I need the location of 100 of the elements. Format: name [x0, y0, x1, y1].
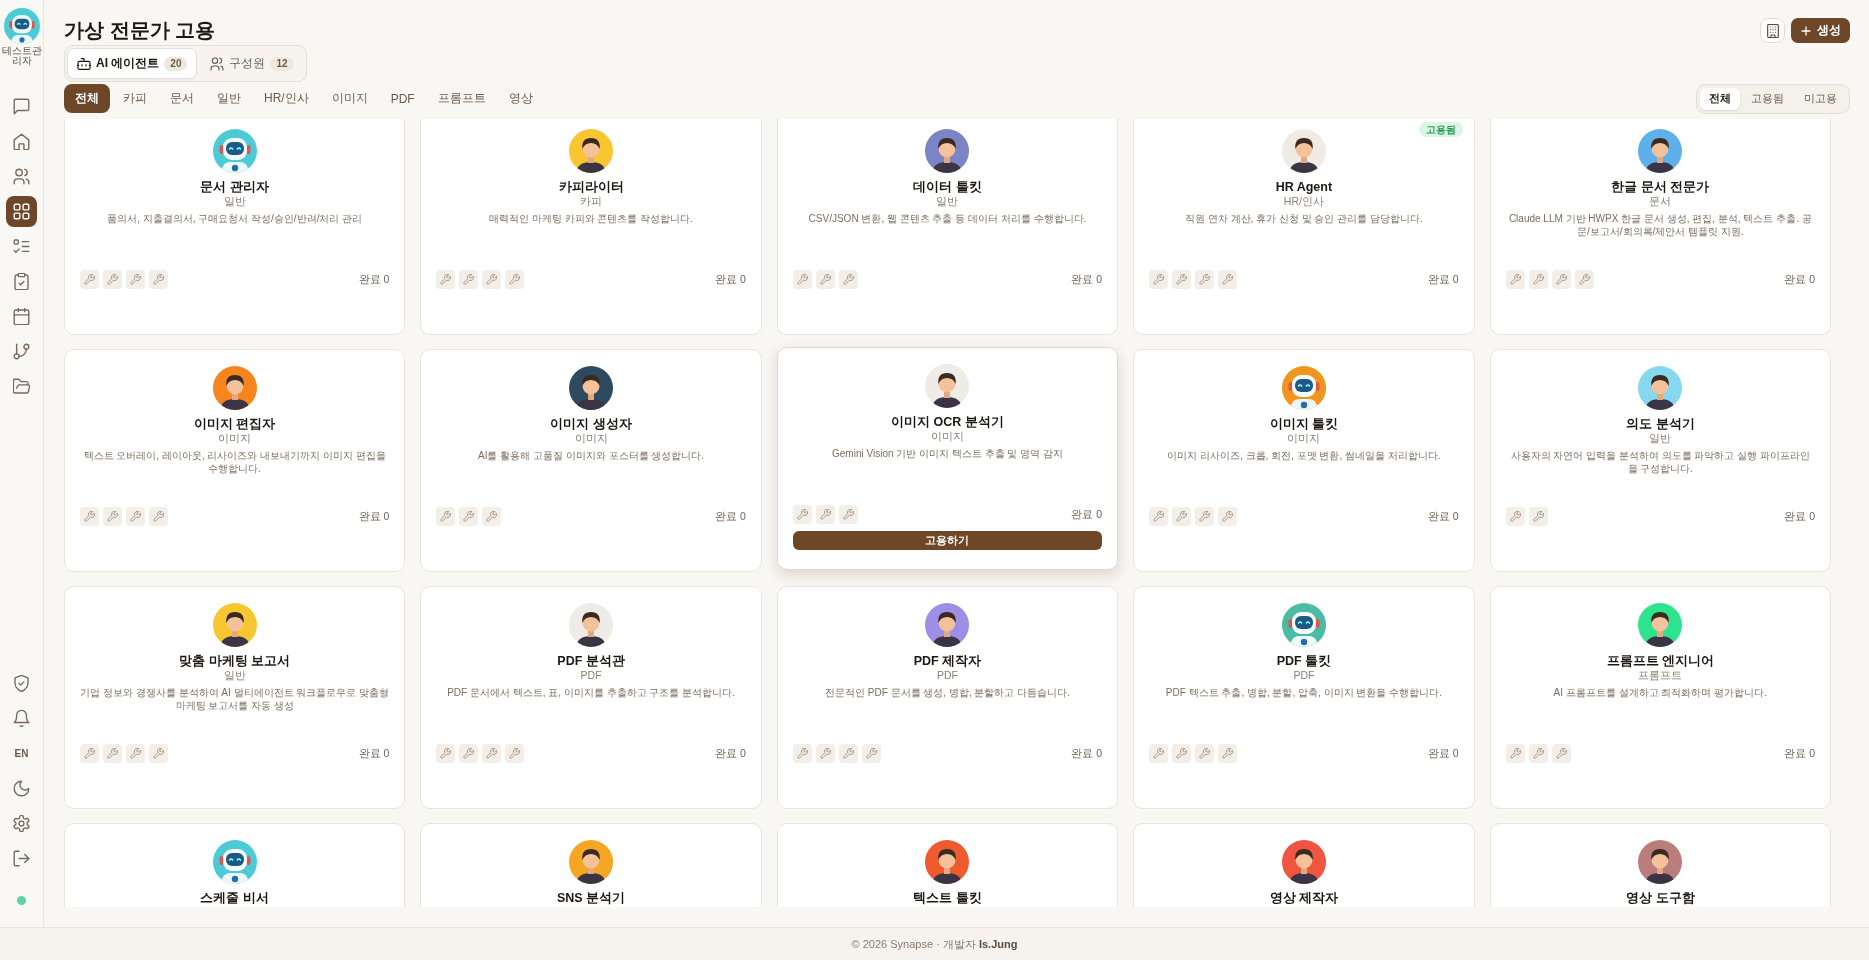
agent-name: SNS 분석기: [557, 890, 626, 906]
wrench-icon: [1172, 744, 1192, 763]
wrench-icon: [505, 270, 525, 289]
shield-check-icon: [13, 675, 30, 692]
agent-description: PDF 텍스트 추출, 병합, 분할, 압축, 이미지 변환을 수행합니다.: [1165, 686, 1442, 699]
wrench-icon: [126, 744, 145, 763]
calendar-icon: [13, 308, 30, 325]
category-chip[interactable]: 전체: [64, 84, 110, 113]
create-button[interactable]: 생성: [1791, 18, 1850, 43]
agent-category: PDF: [1293, 669, 1315, 682]
plus-icon: [1800, 24, 1812, 37]
agent-category: PDF: [580, 669, 602, 682]
agent-description: CSV/JSON 변환, 웹 콘텐츠 추출 등 데이터 처리를 수행합니다.: [808, 212, 1087, 225]
category-chip[interactable]: HR/인사: [254, 84, 319, 113]
category-chip[interactable]: 영상: [498, 84, 543, 113]
wrench-icon: [1551, 270, 1571, 289]
agent-name: PDF 제작자: [913, 653, 982, 669]
agent-category: 일반: [223, 669, 246, 682]
wrench-icon: [103, 744, 122, 763]
hire-button[interactable]: 고용하기: [792, 531, 1103, 550]
agent-category: PDF: [937, 669, 958, 682]
agent-category: 일반: [223, 195, 246, 208]
wrench-icon: [1195, 744, 1215, 763]
grid-icon: [13, 203, 30, 220]
page-title: 가상 전문가 고용: [64, 18, 216, 43]
agent-name: 이미지 생성자: [550, 416, 632, 432]
agent-description: Claude LLM 기반 HWPX 한글 문서 생성, 편집, 분석, 텍스트 추출. 공문/보고서/회의록/제안서 템플릿 지원.: [1507, 212, 1813, 238]
wrench-icon: [815, 270, 835, 289]
wrench-icon: [838, 505, 858, 524]
wrench-icon: [1505, 507, 1525, 526]
wrench-icon: [149, 744, 168, 763]
folder-icon: [13, 378, 30, 395]
agent-description: 이미지 리사이즈, 크롭, 회전, 포맷 변환, 썸네일을 처리합니다.: [1167, 449, 1441, 462]
wrench-icon: [80, 270, 99, 289]
category-chip[interactable]: PDF: [380, 84, 425, 113]
completed-count: 완료 0: [1784, 509, 1815, 524]
wrench-icon: [459, 744, 479, 763]
agent-name: 맞춤 마케팅 보고서: [179, 653, 291, 669]
agent-category: 일반: [936, 195, 959, 208]
agent-description: Gemini Vision 기반 이미지 텍스트 추출 및 영역 감지: [832, 447, 1063, 460]
agent-name: 프롬프트 엔지니어: [1606, 653, 1715, 669]
agent-name: 데이터 툴킷: [913, 179, 982, 195]
wrench-icon: [459, 270, 479, 289]
footer-credit: © 2026 Synapse · 개발자 Is.Jung: [851, 936, 1018, 952]
view-tab[interactable]: AI 에이전트 20: [67, 48, 198, 79]
wrench-icon: [505, 744, 525, 763]
category-chip[interactable]: 일반: [207, 84, 251, 113]
logout-icon: [13, 850, 30, 867]
wrench-icon: [459, 507, 479, 526]
category-chip[interactable]: 이미지: [321, 84, 378, 113]
agent-description: 품의서, 지출결의서, 구매요청서 작성/승인/반려/처리 관리: [107, 212, 363, 225]
wrench-icon: [815, 505, 835, 524]
completed-count: 완료 0: [1784, 272, 1815, 287]
wrench-icon: [1195, 270, 1215, 289]
wrench-icon: [1172, 507, 1192, 526]
agent-name: 영상 제작자: [1269, 890, 1339, 906]
agent-name: 이미지 편집자: [193, 416, 276, 432]
completed-count: 완료 0: [1071, 272, 1103, 287]
agent-category: HR/인사: [1283, 195, 1324, 208]
user-name: 테스트관리자: [0, 46, 43, 66]
wrench-icon: [1218, 507, 1238, 526]
agent-name: 문서 관리자: [200, 179, 269, 195]
completed-count: 완료 0: [358, 509, 390, 524]
status-filter-option[interactable]: 전체: [1700, 87, 1740, 110]
agent-name: 이미지 툴킷: [1269, 416, 1339, 432]
language-button[interactable]: EN: [6, 738, 37, 769]
category-chip[interactable]: 문서: [160, 84, 204, 113]
wrench-icon: [80, 507, 99, 526]
organization-button[interactable]: [1760, 18, 1785, 43]
status-filter-option[interactable]: 고용됨: [1742, 87, 1793, 110]
category-chip[interactable]: 프롬프트: [427, 84, 496, 113]
wrench-icon: [436, 744, 456, 763]
agent-description: AI 프롬프트를 설계하고 최적화하며 평가합니다.: [1553, 686, 1767, 699]
agent-description: 매력적인 마케팅 카피와 콘텐츠를 작성합니다.: [489, 212, 694, 225]
agent-name: 스케줄 비서: [200, 890, 269, 906]
agent-name: PDF 분석관: [557, 653, 625, 669]
wrench-icon: [1528, 744, 1548, 763]
agent-name: 텍스트 툴킷: [913, 890, 982, 906]
robot-avatar-icon: [3, 8, 40, 44]
agent-category: 프롬프트: [1638, 669, 1683, 682]
agent-description: 사용자의 자연어 입력을 분석하여 의도를 파악하고 실행 파이프라인을 구성합니다.: [1509, 449, 1811, 475]
agent-category: 이미지: [574, 432, 608, 445]
agent-name: PDF 툴킷: [1276, 653, 1332, 669]
wrench-icon: [482, 507, 502, 526]
wrench-icon: [1149, 270, 1169, 289]
completed-count: 완료 0: [1427, 746, 1459, 761]
sidebar-nav-item[interactable]: [6, 196, 37, 227]
wrench-icon: [482, 270, 502, 289]
robot-icon: [77, 56, 91, 71]
completed-count: 완료 0: [358, 272, 390, 287]
category-chip[interactable]: 카피: [113, 84, 157, 113]
wrench-icon: [1505, 270, 1525, 289]
status-filter-option[interactable]: 미고용: [1795, 87, 1846, 110]
moon-icon: [13, 780, 30, 797]
wrench-icon: [436, 507, 456, 526]
count-badge: 12: [270, 56, 294, 71]
view-tab[interactable]: 구성원 12: [200, 48, 304, 79]
agent-description: AI를 활용해 고품질 이미지와 포스터를 생성합니다.: [478, 449, 705, 462]
agent-category: 카피: [580, 195, 603, 208]
wrench-icon: [126, 507, 145, 526]
